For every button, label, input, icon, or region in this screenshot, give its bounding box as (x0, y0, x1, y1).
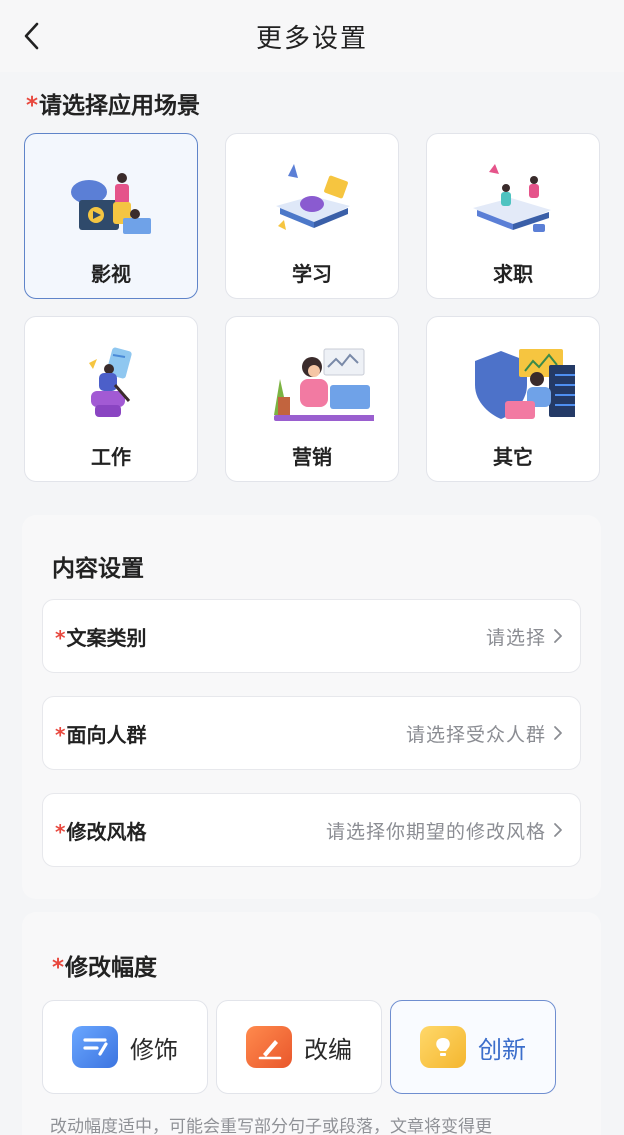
scene-option-study[interactable]: 学习 (225, 133, 399, 299)
scene-option-other[interactable]: 其它 (426, 316, 600, 482)
scene-option-label: 学习 (292, 262, 332, 286)
chevron-right-icon (554, 629, 562, 643)
other-illustration-icon (475, 349, 575, 419)
marketing-illustration-icon (274, 348, 374, 421)
work-illustration-icon (89, 347, 132, 417)
lightbulb-icon (420, 1026, 466, 1068)
pen-stroke-icon (72, 1026, 118, 1068)
scene-option-label: 工作 (91, 445, 131, 469)
scene-section-title: *请选择应用场景 (26, 93, 201, 119)
chevron-right-icon (554, 823, 562, 837)
copy-category-label: 文案类别 (66, 625, 147, 650)
required-mark: * (55, 625, 66, 650)
degree-option-innovate[interactable]: 创新 (390, 1000, 556, 1094)
style-value: 请选择你期望的修改风格 (325, 820, 546, 843)
pencil-icon (246, 1026, 292, 1068)
scene-option-label: 求职 (493, 262, 533, 286)
required-mark: * (55, 722, 66, 747)
scene-option-label: 其它 (493, 445, 533, 469)
scene-option-work[interactable]: 工作 (24, 316, 198, 482)
degree-option-label: 改编 (304, 1035, 352, 1064)
degree-option-polish[interactable]: 修饰 (42, 1000, 208, 1094)
degree-card: *修改幅度 修饰 改编 创新 改动幅度适中，可能会重写部分句子或段落，文章将变得… (22, 912, 601, 1135)
scene-option-label: 影视 (91, 262, 131, 286)
job-illustration-icon (473, 164, 551, 232)
required-mark: * (55, 819, 66, 844)
degree-title: *修改幅度 (52, 955, 158, 981)
degree-option-label: 创新 (478, 1035, 526, 1064)
scene-option-label: 营销 (292, 445, 332, 469)
style-label: 修改风格 (66, 819, 147, 844)
scene-option-job[interactable]: 求职 (426, 133, 600, 299)
degree-option-label: 修饰 (130, 1035, 178, 1064)
audience-row[interactable]: *面向人群 请选择受众人群 (42, 696, 581, 770)
scene-grid: 影视 学习 求职 工作 营销 其它 (24, 133, 600, 482)
style-row[interactable]: *修改风格 请选择你期望的修改风格 (42, 793, 581, 867)
content-settings-card: 内容设置 *文案类别 请选择 *面向人群 请选择受众人群 *修改风格 请选择你期… (22, 515, 601, 899)
required-mark: * (52, 955, 65, 981)
degree-option-adapt[interactable]: 改编 (216, 1000, 382, 1094)
content-settings-title: 内容设置 (52, 556, 144, 582)
study-illustration-icon (276, 164, 350, 230)
top-bar: 更多设置 (0, 0, 624, 72)
audience-label: 面向人群 (66, 722, 147, 747)
chevron-left-icon (24, 22, 39, 50)
film-illustration-icon (71, 173, 151, 234)
copy-category-value: 请选择 (485, 626, 546, 649)
page-title: 更多设置 (255, 23, 368, 54)
copy-category-row[interactable]: *文案类别 请选择 (42, 599, 581, 673)
required-mark: * (26, 93, 39, 119)
back-button[interactable] (14, 18, 50, 54)
chevron-right-icon (554, 726, 562, 740)
scene-option-marketing[interactable]: 营销 (225, 316, 399, 482)
degree-description: 改动幅度适中，可能会重写部分句子或段落，文章将变得更 (50, 1117, 492, 1135)
audience-value: 请选择受众人群 (405, 723, 546, 746)
scene-option-film[interactable]: 影视 (24, 133, 198, 299)
